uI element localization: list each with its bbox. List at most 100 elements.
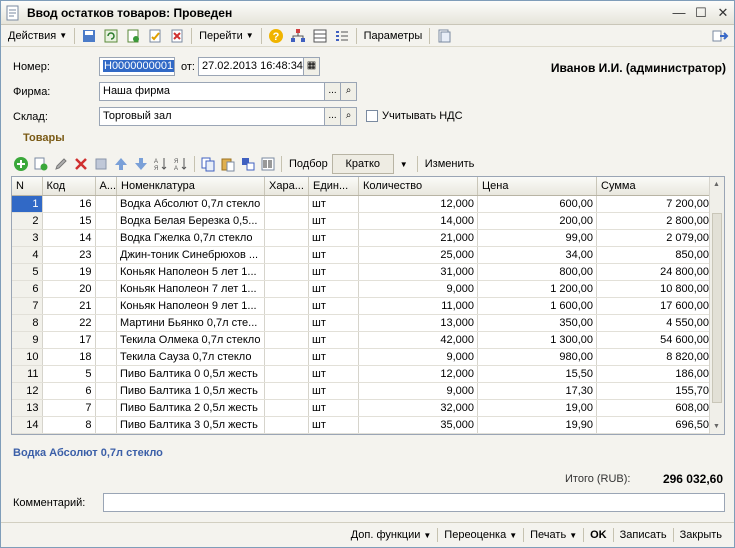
cell-sum[interactable]: 10 800,00 bbox=[596, 280, 714, 298]
fill-icon[interactable] bbox=[238, 154, 258, 174]
cell-n[interactable]: 1 bbox=[12, 195, 43, 213]
cell-name[interactable]: Коньяк Наполеон 5 лет 1... bbox=[116, 263, 266, 281]
actions-menu[interactable]: Действия ▼ bbox=[4, 26, 71, 46]
cell-char[interactable] bbox=[264, 280, 310, 298]
table-row[interactable]: 13 7 Пиво Балтика 2 0,5л жесть шт 32,000 19,0… bbox=[12, 399, 714, 417]
close-button[interactable]: Закрыть bbox=[674, 529, 728, 541]
reprice-menu[interactable]: Переоценка ▼ bbox=[438, 529, 523, 541]
cell-qty[interactable]: 13,000 bbox=[358, 314, 479, 332]
minimize-icon[interactable]: — bbox=[668, 4, 690, 22]
cell-unit[interactable]: шт bbox=[308, 348, 360, 366]
cell-qty[interactable]: 12,000 bbox=[358, 195, 479, 213]
cell-sum[interactable]: 8 820,00 bbox=[596, 348, 714, 366]
cell-name[interactable]: Джин-тоник Синебрюхов ... bbox=[116, 246, 266, 264]
cell-price[interactable]: 99,00 bbox=[477, 229, 598, 247]
structure-icon[interactable] bbox=[287, 26, 309, 46]
end-edit-icon[interactable] bbox=[91, 154, 111, 174]
cell-qty[interactable]: 32,000 bbox=[358, 399, 479, 417]
cell-code[interactable]: 17 bbox=[42, 331, 96, 349]
cell-n[interactable]: 7 bbox=[12, 297, 43, 315]
cell-n[interactable]: 5 bbox=[12, 263, 43, 281]
cell-a[interactable] bbox=[95, 365, 118, 383]
change-button[interactable]: Изменить bbox=[421, 158, 479, 170]
cell-char[interactable] bbox=[264, 348, 310, 366]
column-header[interactable]: А... bbox=[95, 177, 118, 196]
barcode-icon[interactable] bbox=[258, 154, 278, 174]
vertical-scrollbar[interactable]: ▲ ▼ bbox=[709, 177, 724, 434]
cell-a[interactable] bbox=[95, 212, 118, 230]
copy-doc-icon[interactable] bbox=[122, 26, 144, 46]
cell-a[interactable] bbox=[95, 382, 118, 400]
cell-price[interactable]: 1 600,00 bbox=[477, 297, 598, 315]
cell-price[interactable]: 600,00 bbox=[477, 195, 598, 213]
cell-n[interactable]: 9 bbox=[12, 331, 43, 349]
cell-name[interactable]: Коньяк Наполеон 9 лет 1... bbox=[116, 297, 266, 315]
close-icon[interactable]: ✕ bbox=[712, 4, 734, 22]
cell-name[interactable]: Пиво Балтика 3 0,5л жесть bbox=[116, 416, 266, 434]
cell-name[interactable]: Текила Олмека 0,7л стекло bbox=[116, 331, 266, 349]
cell-code[interactable]: 5 bbox=[42, 365, 96, 383]
cell-qty[interactable]: 14,000 bbox=[358, 212, 479, 230]
column-header[interactable]: Един... bbox=[308, 177, 360, 196]
column-header[interactable]: Цена bbox=[477, 177, 598, 196]
cell-qty[interactable]: 12,000 bbox=[358, 365, 479, 383]
cell-unit[interactable]: шт bbox=[308, 382, 360, 400]
cell-code[interactable]: 16 bbox=[42, 195, 96, 213]
cell-qty[interactable]: 21,000 bbox=[358, 229, 479, 247]
movements-icon[interactable] bbox=[309, 26, 331, 46]
cell-a[interactable] bbox=[95, 246, 118, 264]
cell-unit[interactable]: шт bbox=[308, 297, 360, 315]
table-row[interactable]: 4 23 Джин-тоник Синебрюхов ... шт 25,000 34,0… bbox=[12, 246, 714, 264]
ok-button[interactable]: OK bbox=[584, 529, 613, 541]
cell-char[interactable] bbox=[264, 331, 310, 349]
cell-char[interactable] bbox=[264, 229, 310, 247]
cell-a[interactable] bbox=[95, 297, 118, 315]
add-row-icon[interactable] bbox=[11, 154, 31, 174]
cell-sum[interactable]: 850,00 bbox=[596, 246, 714, 264]
copy-row-icon[interactable] bbox=[31, 154, 51, 174]
cell-sum[interactable]: 186,00 bbox=[596, 365, 714, 383]
cell-unit[interactable]: шт bbox=[308, 280, 360, 298]
goods-table[interactable]: N Код А... Номенклатура Хара... Един... Количе… bbox=[11, 176, 725, 435]
cell-name[interactable]: Пиво Балтика 1 0,5л жесть bbox=[116, 382, 266, 400]
cell-n[interactable]: 3 bbox=[12, 229, 43, 247]
cell-price[interactable]: 980,00 bbox=[477, 348, 598, 366]
cell-code[interactable]: 21 bbox=[42, 297, 96, 315]
cell-a[interactable] bbox=[95, 399, 118, 417]
cell-price[interactable]: 34,00 bbox=[477, 246, 598, 264]
cell-a[interactable] bbox=[95, 331, 118, 349]
cell-name[interactable]: Пиво Балтика 0 0,5л жесть bbox=[116, 365, 266, 383]
cell-a[interactable] bbox=[95, 263, 118, 281]
cell-sum[interactable]: 54 600,00 bbox=[596, 331, 714, 349]
cell-n[interactable]: 14 bbox=[12, 416, 43, 434]
cell-a[interactable] bbox=[95, 229, 118, 247]
table-row[interactable]: 5 19 Коньяк Наполеон 5 лет 1... шт 31,000 800… bbox=[12, 263, 714, 281]
firm-select-button[interactable]: ... bbox=[324, 82, 341, 101]
help-icon[interactable]: ? bbox=[265, 26, 287, 46]
cell-name[interactable]: Коньяк Наполеон 7 лет 1... bbox=[116, 280, 266, 298]
cell-unit[interactable]: шт bbox=[308, 365, 360, 383]
delete-row-icon[interactable] bbox=[71, 154, 91, 174]
table-row[interactable]: 11 5 Пиво Балтика 0 0,5л жесть шт 12,000 15,5… bbox=[12, 365, 714, 383]
sort-asc-icon[interactable]: AЯ bbox=[151, 154, 171, 174]
cell-n[interactable]: 13 bbox=[12, 399, 43, 417]
table-row[interactable]: 12 6 Пиво Балтика 1 0,5л жесть шт 9,000 17,30… bbox=[12, 382, 714, 400]
cell-code[interactable]: 23 bbox=[42, 246, 96, 264]
cell-n[interactable]: 6 bbox=[12, 280, 43, 298]
cell-sum[interactable]: 155,70 bbox=[596, 382, 714, 400]
cell-unit[interactable]: шт bbox=[308, 263, 360, 281]
save-button[interactable]: Записать bbox=[614, 529, 673, 541]
move-down-icon[interactable] bbox=[131, 154, 151, 174]
cell-price[interactable]: 350,00 bbox=[477, 314, 598, 332]
cell-qty[interactable]: 11,000 bbox=[358, 297, 479, 315]
cell-unit[interactable]: шт bbox=[308, 195, 360, 213]
cell-unit[interactable]: шт bbox=[308, 399, 360, 417]
cell-sum[interactable]: 4 550,00 bbox=[596, 314, 714, 332]
table-row[interactable]: 3 14 Водка Гжелка 0,7л стекло шт 21,000 99,00… bbox=[12, 229, 714, 247]
cell-char[interactable] bbox=[264, 365, 310, 383]
cell-sum[interactable]: 7 200,00 bbox=[596, 195, 714, 213]
paste-icon[interactable] bbox=[218, 154, 238, 174]
cell-name[interactable]: Текила Сауза 0,7л стекло bbox=[116, 348, 266, 366]
cell-price[interactable]: 1 200,00 bbox=[477, 280, 598, 298]
cell-char[interactable] bbox=[264, 195, 310, 213]
